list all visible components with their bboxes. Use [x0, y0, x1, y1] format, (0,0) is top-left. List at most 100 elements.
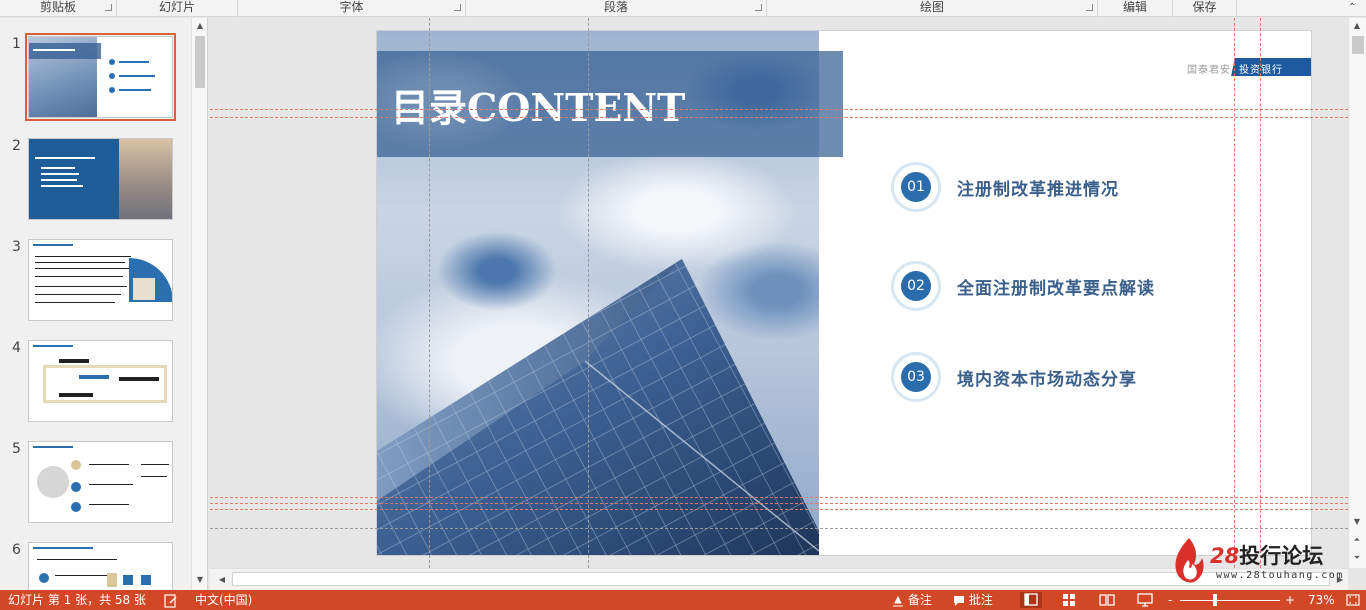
- fit-to-window-button[interactable]: [1345, 592, 1361, 610]
- slide-count-status[interactable]: 幻灯片 第 1 张，共 58 张: [8, 590, 146, 610]
- slide-thumbnail[interactable]: 4: [0, 340, 192, 426]
- horizontal-guide[interactable]: [210, 109, 1348, 110]
- slide-thumbnail[interactable]: 2: [0, 138, 192, 224]
- vertical-guide[interactable]: [1260, 18, 1261, 568]
- status-bar: 幻灯片 第 1 张，共 58 张 中文(中国) 备注 批注 - + 73%: [0, 590, 1366, 610]
- scroll-thumb[interactable]: [195, 36, 205, 88]
- reading-view-button[interactable]: [1096, 592, 1118, 608]
- zoom-slider-handle[interactable]: [1213, 594, 1217, 606]
- zoom-slider[interactable]: [1180, 600, 1280, 601]
- slide-number: 2: [12, 138, 21, 154]
- slide-number: 4: [12, 340, 21, 356]
- normal-view-button[interactable]: [1020, 592, 1042, 608]
- toc-number: 01: [901, 172, 931, 202]
- dialog-launcher-icon[interactable]: [1086, 4, 1093, 11]
- horizontal-guide[interactable]: [210, 528, 1348, 529]
- language-status[interactable]: 中文(中国): [195, 590, 252, 610]
- slide-thumbnail-image[interactable]: [28, 542, 173, 590]
- company-logo-text: 国泰君安: [1187, 65, 1231, 76]
- next-slide-icon[interactable]: ⏷: [1349, 550, 1365, 566]
- toc-number-ring: 01: [891, 162, 941, 212]
- ribbon-group-label: 剪贴板: [39, 0, 76, 14]
- toc-label[interactable]: 全面注册制改革要点解读: [957, 274, 1155, 299]
- spell-check-icon[interactable]: [164, 590, 178, 610]
- dialog-launcher-icon[interactable]: [454, 4, 461, 11]
- toc-item[interactable]: 02 全面注册制改革要点解读: [891, 261, 1291, 311]
- reading-view-icon: [1099, 594, 1115, 606]
- ribbon-group-editing: 编辑: [1098, 0, 1173, 17]
- notes-icon: [893, 595, 903, 606]
- slide-number: 5: [12, 441, 21, 457]
- vertical-guide[interactable]: [1234, 18, 1235, 568]
- slide-thumbnail-image[interactable]: [28, 138, 173, 220]
- comment-icon: [954, 595, 964, 606]
- scroll-down-icon[interactable]: ▼: [192, 572, 208, 588]
- ribbon-group-label: 保存: [1192, 0, 1217, 14]
- vertical-guide[interactable]: [588, 18, 589, 568]
- previous-slide-icon[interactable]: ⏶: [1349, 532, 1365, 548]
- horizontal-guide[interactable]: [210, 117, 1348, 118]
- slide-number: 1: [12, 36, 21, 52]
- slide-thumbnail[interactable]: 3: [0, 239, 192, 325]
- toc-item[interactable]: 03 境内资本市场动态分享: [891, 352, 1291, 402]
- slide-sorter-view-button[interactable]: [1058, 592, 1080, 608]
- slide-show-icon: [1137, 593, 1153, 607]
- site-watermark: 28投行论坛 www.28touhang.com: [1172, 536, 1342, 586]
- slide-title[interactable]: 目录CONTENT: [391, 77, 685, 132]
- comments-button[interactable]: 批注: [953, 590, 993, 610]
- ribbon-group-paragraph: 段落: [466, 0, 767, 17]
- ribbon-group-label: 段落: [603, 0, 628, 14]
- ribbon-group-label: 字体: [339, 0, 364, 14]
- toc-number-ring: 02: [891, 261, 941, 311]
- toc-label[interactable]: 境内资本市场动态分享: [957, 365, 1137, 390]
- toc-item[interactable]: 01 注册制改革推进情况: [891, 162, 1291, 212]
- toc-label[interactable]: 注册制改革推进情况: [957, 175, 1119, 200]
- slide-thumbnail-pane[interactable]: 1 2 3 4 5 6: [0, 18, 208, 590]
- scroll-track[interactable]: [232, 572, 1330, 586]
- slide-thumbnail-image[interactable]: [25, 33, 176, 121]
- scroll-thumb[interactable]: [1352, 36, 1364, 54]
- zoom-level[interactable]: 73%: [1308, 590, 1335, 610]
- ribbon-group-bar: 剪贴板 幻灯片 字体 段落 绘图 编辑 保存 ⌃: [0, 0, 1366, 17]
- scroll-up-icon[interactable]: ▲: [192, 18, 208, 34]
- slide-number: 6: [12, 542, 21, 558]
- flame-logo-icon: [1175, 538, 1204, 583]
- scroll-down-icon[interactable]: ▼: [1349, 514, 1365, 530]
- editor-vertical-scrollbar[interactable]: ▲ ▼ ⏶ ⏷: [1348, 18, 1366, 568]
- ribbon-group-font: 字体: [238, 0, 466, 17]
- collapse-ribbon-icon[interactable]: ⌃: [1348, 3, 1358, 13]
- notes-button[interactable]: 备注: [892, 590, 932, 610]
- dialog-launcher-icon[interactable]: [755, 4, 762, 11]
- horizontal-guide[interactable]: [210, 497, 1348, 498]
- slide-thumbnail-image[interactable]: [28, 340, 173, 422]
- horizontal-guide[interactable]: [210, 503, 1348, 504]
- slide-thumbnail-image[interactable]: [28, 239, 173, 321]
- vertical-guide[interactable]: [429, 18, 430, 568]
- watermark-title: 28投行论坛: [1210, 540, 1323, 570]
- scroll-up-icon[interactable]: ▲: [1349, 18, 1365, 34]
- company-logo-tag-text: 投资银行: [1239, 65, 1283, 76]
- ribbon-group-slides: 幻灯片: [117, 0, 238, 17]
- comments-label: 批注: [968, 593, 993, 607]
- thumbnail-scrollbar[interactable]: ▲ ▼: [191, 18, 207, 590]
- slide-show-button[interactable]: [1134, 592, 1156, 608]
- slide-editing-area[interactable]: 目录CONTENT 国泰君安 投资银行 01 注册制改革推进情况 02 全面注册…: [210, 18, 1348, 568]
- dialog-launcher-icon[interactable]: [105, 4, 112, 11]
- slide-thumbnail[interactable]: 6: [0, 542, 192, 590]
- slide-sorter-icon: [1063, 594, 1075, 606]
- slide-thumbnail[interactable]: 5: [0, 441, 192, 527]
- ribbon-group-save: 保存: [1173, 0, 1237, 17]
- toc-number: 03: [901, 362, 931, 392]
- zoom-in-button[interactable]: +: [1285, 590, 1295, 610]
- fit-window-icon: [1346, 594, 1360, 606]
- slide-thumbnail[interactable]: 1: [0, 33, 192, 122]
- ribbon-group-drawing: 绘图: [767, 0, 1098, 17]
- scroll-left-icon[interactable]: ◀: [214, 572, 230, 588]
- zoom-out-button[interactable]: -: [1168, 590, 1172, 610]
- horizontal-guide[interactable]: [210, 509, 1348, 510]
- ribbon-group-clipboard: 剪贴板: [0, 0, 117, 17]
- slide-thumbnail-image[interactable]: [28, 441, 173, 523]
- normal-view-icon: [1024, 593, 1038, 606]
- toc-number: 02: [901, 271, 931, 301]
- slide-number: 3: [12, 239, 21, 255]
